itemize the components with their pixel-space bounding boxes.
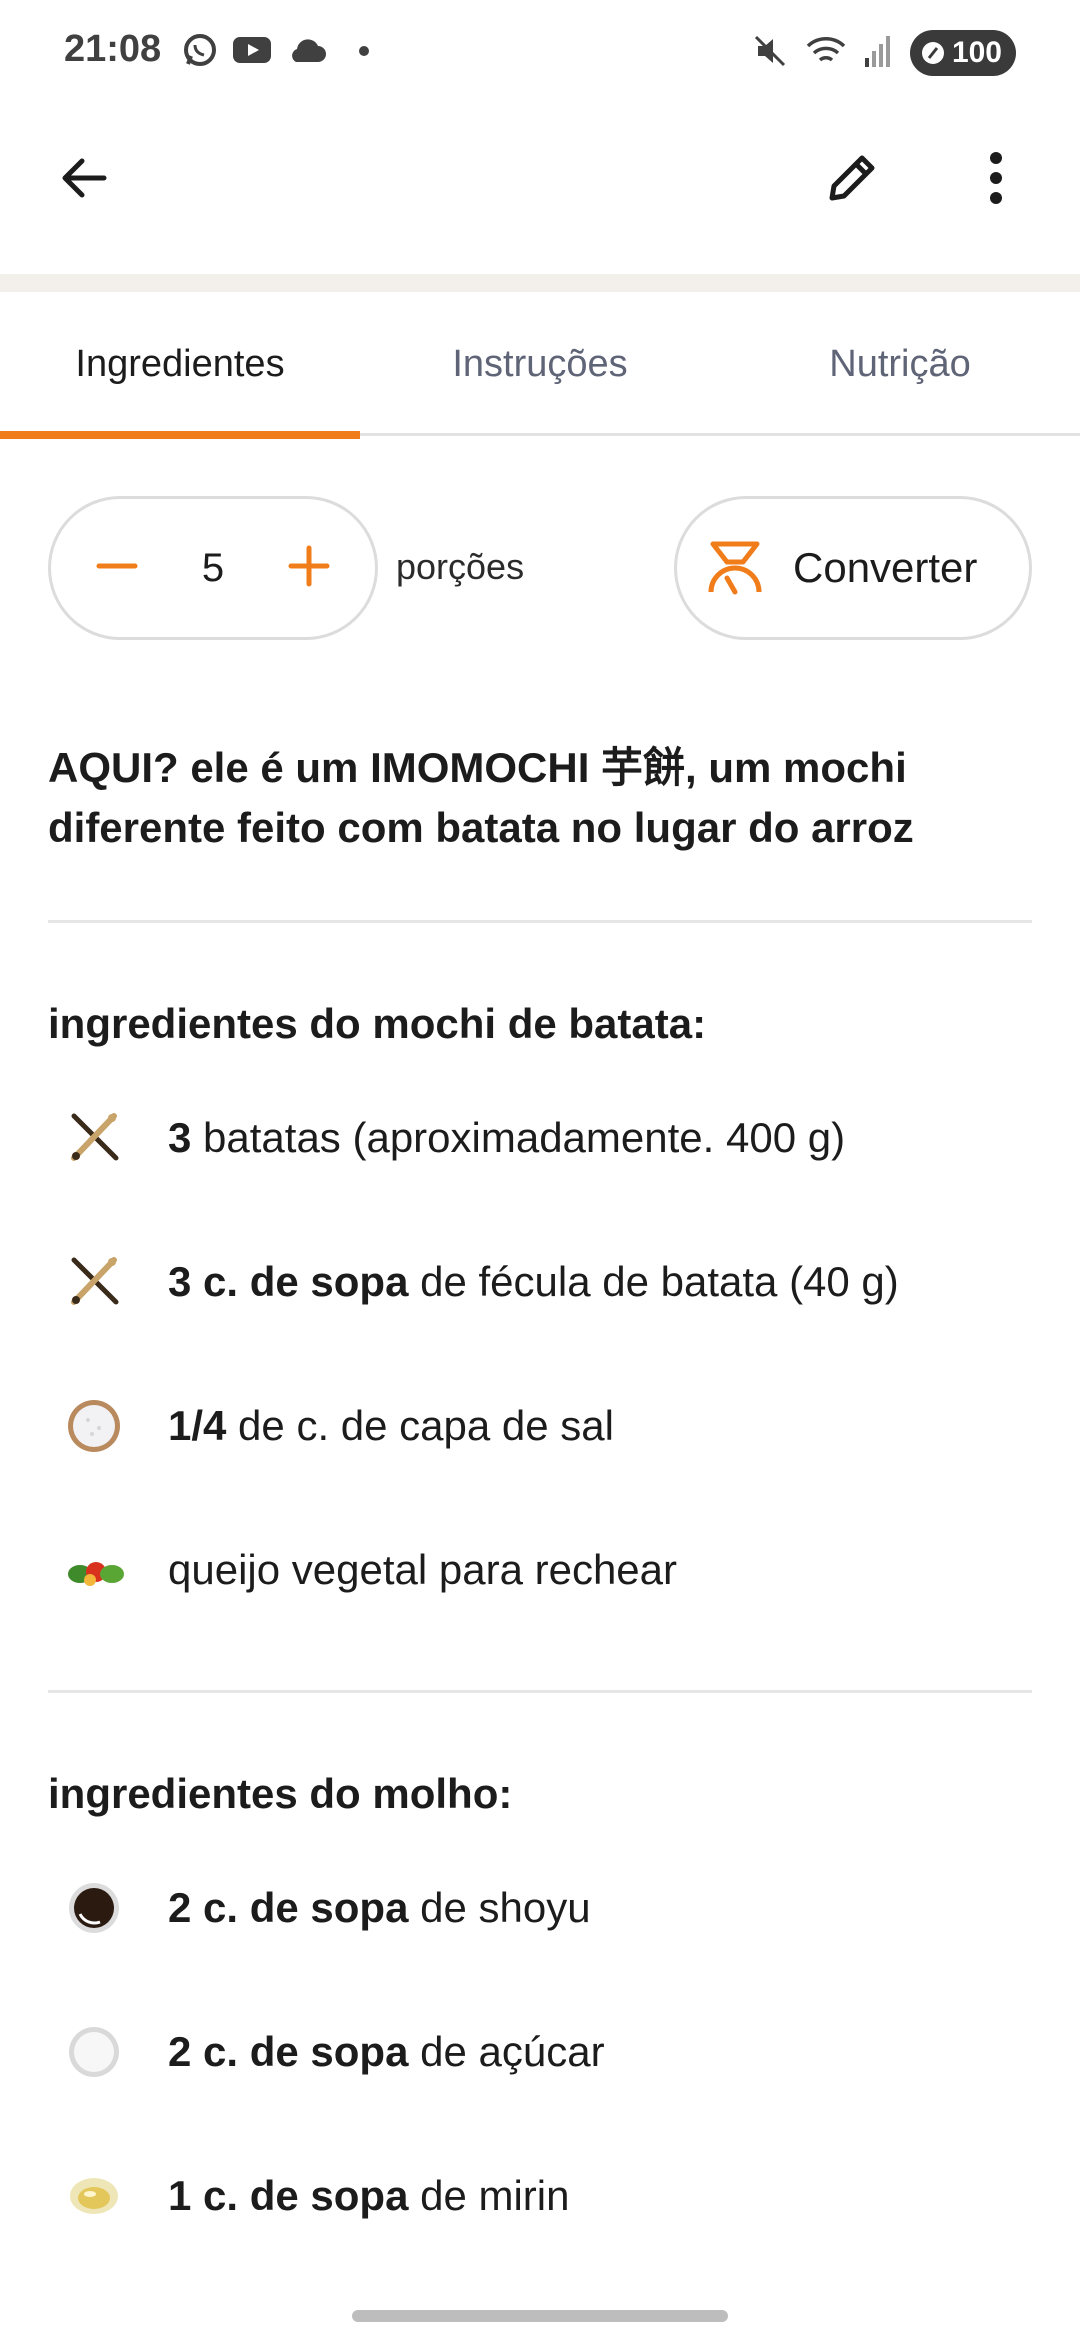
status-time: 21:08 <box>64 28 162 70</box>
section-title-mochi: ingredientes do mochi de batata: <box>48 1000 707 1047</box>
utensils-icon <box>48 1098 144 1178</box>
ingredient-name: batatas (aproximadamente. 400 g) <box>191 1114 846 1161</box>
ingredient-item[interactable]: 3 batatas (aproximadamente. 400 g) <box>48 1098 1048 1178</box>
back-button[interactable] <box>36 130 132 226</box>
salt-icon <box>48 1386 144 1466</box>
scale-icon <box>708 541 762 595</box>
arrow-left-icon <box>62 158 107 198</box>
servings-value: 5 <box>201 545 225 590</box>
recipe-description: AQUI? ele é um IMOMOCHI 芋餅, um mochi dif… <box>48 744 914 851</box>
ingredient-quantity: 2 c. de sopa <box>168 2028 409 2075</box>
ingredient-name: queijo vegetal para rechear <box>168 1546 678 1593</box>
whatsapp-icon <box>182 32 218 73</box>
notification-icons <box>182 32 370 73</box>
convert-label: Converter <box>793 544 978 591</box>
increase-servings-button[interactable] <box>287 544 331 593</box>
ingredient-item[interactable]: 2 c. de sopa de açúcar <box>48 2012 1048 2092</box>
ingredient-item[interactable]: 1 c. de sopa de mirin <box>48 2156 1048 2236</box>
ingredient-text: 3 batatas (aproximadamente. 400 g) <box>168 1114 845 1162</box>
section-title-molho: ingredientes do molho: <box>48 1770 513 1817</box>
ingredient-name: de shoyu <box>408 1884 591 1931</box>
mirin-icon <box>48 2156 144 2236</box>
dot-icon <box>358 44 370 62</box>
signal-icon <box>864 34 892 73</box>
app-bar <box>0 106 1080 274</box>
battery-level: 100 <box>951 36 1002 69</box>
more-options-button[interactable] <box>948 130 1044 226</box>
vegetables-icon <box>48 1530 144 1610</box>
status-bar: 21:08 100 <box>0 0 1080 106</box>
convert-button[interactable]: Converter <box>674 496 1032 640</box>
ingredient-quantity: 3 <box>168 1114 192 1161</box>
ingredient-text: 1/4 de c. de capa de sal <box>168 1402 614 1450</box>
servings-label: porções <box>396 546 525 587</box>
tab-bar: Ingredientes Instruções Nutrição <box>0 292 1080 439</box>
battery-icon: 100 <box>909 30 1016 76</box>
ingredient-name: de açúcar <box>408 2028 605 2075</box>
ingredient-text: queijo vegetal para rechear <box>168 1546 677 1594</box>
tab-instrucoes[interactable]: Instruções <box>360 292 720 436</box>
ingredient-text: 2 c. de sopa de açúcar <box>168 2028 605 2076</box>
ingredient-quantity: 2 c. de sopa <box>168 1884 409 1931</box>
ingredient-item[interactable]: 1/4 de c. de capa de sal <box>48 1386 1048 1466</box>
system-icons: 100 <box>752 30 1016 76</box>
youtube-icon <box>232 34 272 71</box>
wifi-icon <box>806 34 846 73</box>
ingredient-text: 2 c. de sopa de shoyu <box>168 1884 591 1932</box>
ingredient-quantity: 1 c. de sopa <box>168 2172 409 2219</box>
ingredient-text: 3 c. de sopa de fécula de batata (40 g) <box>168 1258 899 1306</box>
pencil-icon <box>829 155 875 201</box>
ingredient-quantity: 1/4 <box>168 1402 227 1449</box>
ingredient-item[interactable]: queijo vegetal para rechear <box>48 1530 1048 1610</box>
ingredient-item[interactable]: 3 c. de sopa de fécula de batata (40 g) <box>48 1242 1048 1322</box>
soy-sauce-icon <box>48 1868 144 1948</box>
ingredient-item[interactable]: 2 c. de sopa de shoyu <box>48 1868 1048 1948</box>
cloud-icon <box>286 36 326 69</box>
ingredient-name: de mirin <box>408 2172 570 2219</box>
decrease-servings-button[interactable] <box>95 544 139 593</box>
tab-ingredientes[interactable]: Ingredientes <box>0 292 360 439</box>
tab-nutricao[interactable]: Nutrição <box>720 292 1080 436</box>
sugar-icon <box>48 2012 144 2092</box>
home-indicator[interactable] <box>352 2310 728 2322</box>
minus-icon <box>96 563 138 568</box>
header-divider <box>0 274 1080 292</box>
section-divider <box>48 920 1032 923</box>
utensils-icon <box>48 1242 144 1322</box>
servings-stepper: 5 <box>48 496 378 640</box>
mute-icon <box>752 33 788 74</box>
section-divider <box>48 1690 1032 1693</box>
ingredient-quantity: 3 c. de sopa <box>168 1258 409 1305</box>
ingredient-text: 1 c. de sopa de mirin <box>168 2172 570 2220</box>
more-vertical-icon <box>990 152 1002 204</box>
edit-button[interactable] <box>804 130 900 226</box>
ingredient-name: de fécula de batata (40 g) <box>408 1258 899 1305</box>
plus-icon <box>288 545 330 586</box>
ingredient-name: de c. de capa de sal <box>226 1402 614 1449</box>
